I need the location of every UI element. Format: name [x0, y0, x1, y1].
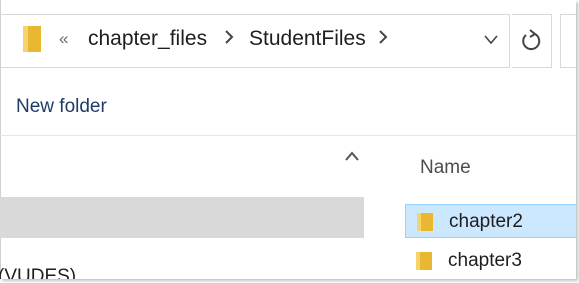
file-name: chapter2 — [449, 211, 523, 232]
toolbar: New folder — [0, 78, 576, 136]
folder-icon — [23, 26, 41, 57]
breadcrumb-student-files[interactable]: StudentFiles — [249, 27, 366, 51]
folder-icon — [417, 213, 433, 236]
new-folder-button[interactable]: New folder — [16, 96, 107, 118]
breadcrumb-chapter-files[interactable]: chapter_files — [88, 27, 207, 51]
address-bar[interactable]: « chapter_files StudentFiles — [0, 14, 510, 68]
breadcrumb-separator[interactable] — [378, 28, 388, 49]
breadcrumb-separator[interactable] — [224, 28, 234, 49]
nav-item-label[interactable]: (VUDES) — [0, 266, 76, 279]
address-dropdown-button[interactable] — [480, 27, 502, 51]
breadcrumb-overflow-button[interactable]: « — [59, 29, 68, 49]
chevron-down-icon — [484, 35, 498, 45]
folder-icon — [416, 252, 432, 275]
nav-item-selected[interactable] — [0, 197, 364, 238]
list-item-chapter2[interactable]: chapter2 — [405, 204, 576, 238]
column-header-name[interactable]: Name — [420, 157, 471, 179]
file-explorer-window: « chapter_files StudentFiles New folder … — [0, 0, 576, 279]
search-input[interactable] — [560, 14, 576, 68]
navigation-pane[interactable]: (VUDES) — [0, 136, 386, 279]
list-item-chapter3[interactable]: chapter3 — [405, 244, 576, 278]
scroll-up-arrow-icon[interactable] — [345, 148, 359, 166]
refresh-icon — [522, 29, 541, 51]
file-name: chapter3 — [448, 250, 522, 271]
refresh-button[interactable] — [512, 14, 552, 68]
